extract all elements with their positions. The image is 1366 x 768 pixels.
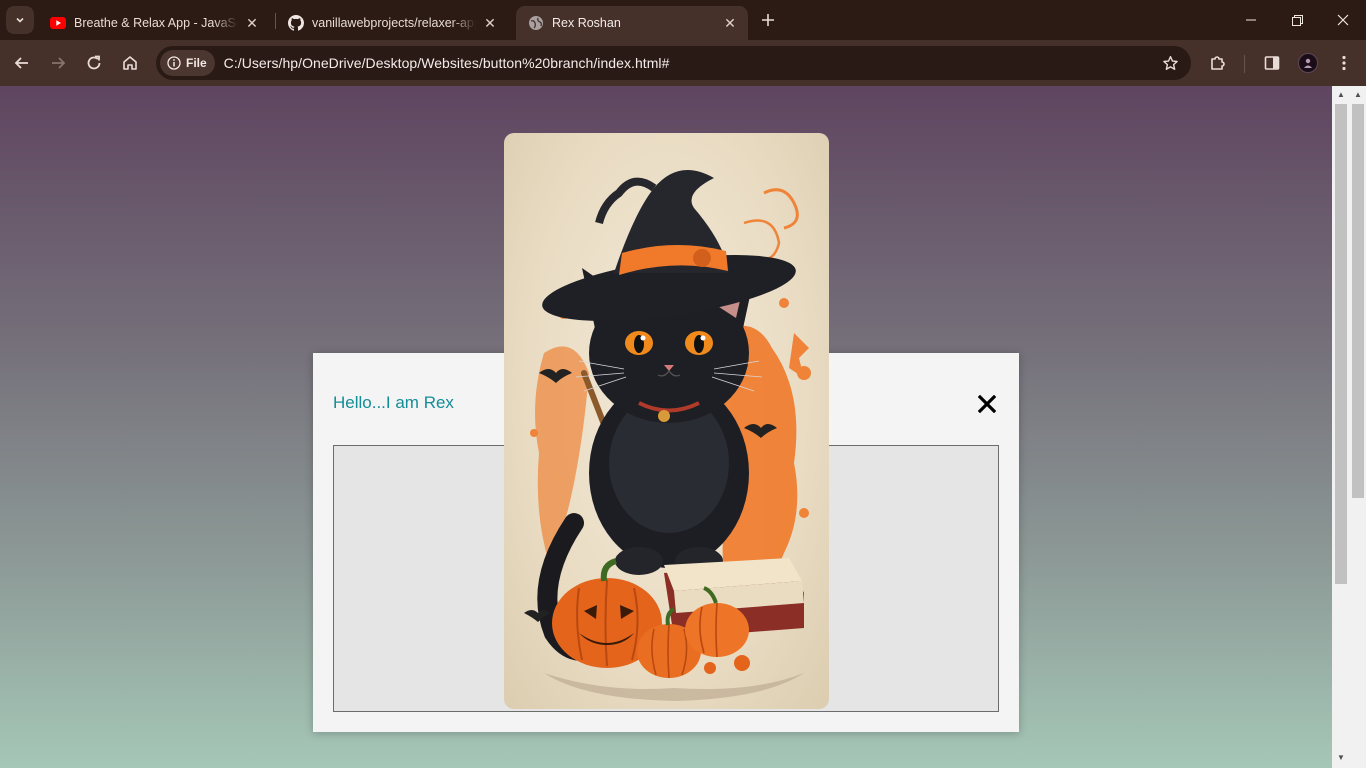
minimize-button[interactable] bbox=[1228, 0, 1274, 40]
tab-title: vanillawebprojects/relaxer-app/ bbox=[312, 16, 476, 30]
forward-button[interactable] bbox=[44, 49, 72, 77]
restore-button[interactable] bbox=[1274, 0, 1320, 40]
tab-search-button[interactable] bbox=[6, 6, 34, 34]
youtube-icon bbox=[50, 15, 66, 31]
bookmark-button[interactable] bbox=[1157, 50, 1183, 76]
back-button[interactable] bbox=[8, 49, 36, 77]
more-vertical-icon bbox=[1342, 55, 1346, 71]
home-button[interactable] bbox=[116, 49, 144, 77]
side-panel-icon bbox=[1264, 56, 1280, 70]
page-scrollbar[interactable]: ▲ ▲ ▼ bbox=[1332, 86, 1366, 768]
tab-title: Rex Roshan bbox=[552, 16, 621, 30]
tab-close-icon[interactable]: ✕ bbox=[722, 15, 738, 31]
tab-rex-roshan[interactable]: Rex Roshan ✕ bbox=[516, 6, 748, 40]
close-icon bbox=[978, 395, 996, 413]
chip-label: File bbox=[186, 56, 207, 70]
tab-title: Breathe & Relax App - JavaScript bbox=[74, 16, 238, 30]
black-cat-witch-illustration bbox=[524, 170, 811, 701]
arrow-right-icon bbox=[52, 57, 66, 69]
reload-button[interactable] bbox=[80, 49, 108, 77]
page-viewport: Hello...I am Rex bbox=[0, 86, 1332, 768]
puzzle-icon bbox=[1211, 56, 1225, 70]
cat-illustration-card bbox=[504, 133, 829, 709]
plus-icon bbox=[762, 14, 774, 26]
home-icon bbox=[123, 56, 137, 70]
toolbar-divider bbox=[1244, 55, 1245, 73]
scrollbar-thumb[interactable] bbox=[1352, 104, 1364, 498]
tab-strip: Breathe & Relax App - JavaScript ✕ vanil… bbox=[0, 0, 1366, 40]
address-bar[interactable]: File C:/Users/hp/OneDrive/Desktop/Websit… bbox=[156, 46, 1191, 80]
side-panel-button[interactable] bbox=[1258, 49, 1286, 77]
modal-close-button[interactable] bbox=[975, 392, 999, 416]
close-window-button[interactable] bbox=[1320, 0, 1366, 40]
url-text[interactable]: C:/Users/hp/OneDrive/Desktop/Websites/bu… bbox=[224, 55, 670, 71]
restore-icon bbox=[1291, 14, 1303, 26]
github-icon bbox=[288, 15, 304, 31]
browser-menu-button[interactable] bbox=[1330, 49, 1358, 77]
info-icon bbox=[167, 56, 181, 70]
close-icon bbox=[1337, 14, 1349, 26]
tab-breathe-relax[interactable]: Breathe & Relax App - JavaScript ✕ bbox=[38, 6, 270, 40]
arrow-left-icon bbox=[14, 57, 28, 69]
profile-icon bbox=[1304, 58, 1312, 68]
browser-toolbar: File C:/Users/hp/OneDrive/Desktop/Websit… bbox=[0, 40, 1366, 86]
scroll-down-arrow-icon[interactable]: ▼ bbox=[1333, 751, 1349, 763]
new-tab-button[interactable] bbox=[756, 8, 780, 32]
globe-icon bbox=[528, 15, 544, 31]
reload-icon bbox=[87, 55, 101, 70]
scroll-up-arrow-icon[interactable]: ▲ bbox=[1350, 88, 1366, 100]
site-info-chip[interactable]: File bbox=[160, 50, 215, 76]
extensions-button[interactable] bbox=[1204, 49, 1232, 77]
tab-close-icon[interactable]: ✕ bbox=[244, 15, 260, 31]
tab-close-icon[interactable]: ✕ bbox=[482, 15, 498, 31]
profile-avatar[interactable] bbox=[1298, 53, 1318, 73]
modal-title: Hello...I am Rex bbox=[333, 393, 454, 412]
scrollbar-thumb[interactable] bbox=[1335, 104, 1347, 584]
scroll-up-arrow-icon[interactable]: ▲ bbox=[1333, 88, 1349, 100]
star-icon bbox=[1162, 55, 1178, 70]
minimize-icon bbox=[1246, 19, 1256, 21]
tab-relaxer-app[interactable]: vanillawebprojects/relaxer-app/ ✕ bbox=[276, 6, 508, 40]
chevron-down-icon bbox=[16, 17, 24, 23]
